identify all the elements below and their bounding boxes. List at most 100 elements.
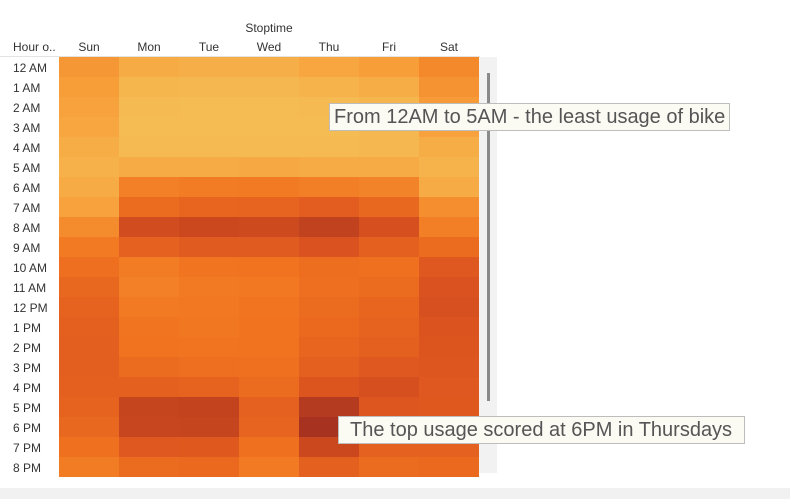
heatmap-cell[interactable] (239, 457, 299, 477)
heatmap-cell[interactable] (179, 437, 239, 457)
heatmap-cell[interactable] (179, 357, 239, 377)
heatmap-cell[interactable] (179, 77, 239, 97)
heatmap-cell[interactable] (59, 137, 119, 157)
heatmap-cell[interactable] (239, 257, 299, 277)
heatmap-cell[interactable] (419, 397, 479, 417)
heatmap-cell[interactable] (119, 217, 179, 237)
heatmap-cell[interactable] (239, 397, 299, 417)
heatmap-cell[interactable] (59, 177, 119, 197)
heatmap-cell[interactable] (299, 237, 359, 257)
heatmap-cell[interactable] (59, 257, 119, 277)
heatmap-cell[interactable] (359, 57, 419, 77)
heatmap-cell[interactable] (419, 177, 479, 197)
heatmap-cell[interactable] (359, 177, 419, 197)
heatmap-cell[interactable] (59, 197, 119, 217)
heatmap-cell[interactable] (239, 77, 299, 97)
heatmap-cell[interactable] (179, 197, 239, 217)
heatmap-cell[interactable] (419, 337, 479, 357)
heatmap-cell[interactable] (119, 337, 179, 357)
heatmap-cell[interactable] (119, 97, 179, 117)
heatmap-cell[interactable] (239, 177, 299, 197)
heatmap-cell[interactable] (359, 397, 419, 417)
heatmap-cell[interactable] (59, 437, 119, 457)
heatmap-cell[interactable] (419, 237, 479, 257)
heatmap-cell[interactable] (119, 457, 179, 477)
heatmap-cell[interactable] (59, 397, 119, 417)
heatmap-cell[interactable] (299, 457, 359, 477)
heatmap-cell[interactable] (59, 417, 119, 437)
heatmap-cell[interactable] (239, 437, 299, 457)
heatmap-cell[interactable] (119, 317, 179, 337)
heatmap-cell[interactable] (179, 337, 239, 357)
heatmap-cell[interactable] (179, 297, 239, 317)
heatmap-cell[interactable] (419, 377, 479, 397)
heatmap-cell[interactable] (59, 117, 119, 137)
heatmap-cell[interactable] (299, 297, 359, 317)
heatmap-cell[interactable] (419, 297, 479, 317)
heatmap-cell[interactable] (179, 177, 239, 197)
heatmap-cell[interactable] (179, 97, 239, 117)
heatmap-cell[interactable] (419, 157, 479, 177)
heatmap-cell[interactable] (359, 77, 419, 97)
heatmap-cell[interactable] (299, 77, 359, 97)
heatmap-cell[interactable] (59, 237, 119, 257)
heatmap-cell[interactable] (299, 157, 359, 177)
heatmap-cell[interactable] (179, 57, 239, 77)
heatmap-cell[interactable] (59, 97, 119, 117)
heatmap-cell[interactable] (119, 397, 179, 417)
heatmap-cell[interactable] (239, 337, 299, 357)
heatmap-cell[interactable] (419, 217, 479, 237)
heatmap-cell[interactable] (419, 457, 479, 477)
heatmap-cell[interactable] (179, 237, 239, 257)
heatmap-cell[interactable] (119, 197, 179, 217)
heatmap-cell[interactable] (359, 237, 419, 257)
heatmap-cell[interactable] (119, 177, 179, 197)
heatmap-cell[interactable] (359, 377, 419, 397)
heatmap-cell[interactable] (299, 337, 359, 357)
heatmap-cell[interactable] (119, 257, 179, 277)
heatmap-cell[interactable] (359, 457, 419, 477)
heatmap-cell[interactable] (359, 217, 419, 237)
heatmap-cell[interactable] (359, 197, 419, 217)
heatmap-cell[interactable] (239, 137, 299, 157)
heatmap-cell[interactable] (419, 57, 479, 77)
heatmap-cell[interactable] (119, 357, 179, 377)
heatmap-cell[interactable] (179, 397, 239, 417)
heatmap-cell[interactable] (59, 217, 119, 237)
heatmap-cell[interactable] (119, 297, 179, 317)
heatmap-cell[interactable] (419, 77, 479, 97)
heatmap-cell[interactable] (359, 277, 419, 297)
heatmap-cell[interactable] (359, 257, 419, 277)
heatmap-cell[interactable] (179, 257, 239, 277)
heatmap-cell[interactable] (239, 237, 299, 257)
heatmap-cell[interactable] (239, 217, 299, 237)
heatmap-cell[interactable] (179, 137, 239, 157)
heatmap-cell[interactable] (419, 357, 479, 377)
heatmap-cell[interactable] (299, 377, 359, 397)
heatmap-cell[interactable] (419, 277, 479, 297)
heatmap-cell[interactable] (299, 217, 359, 237)
heatmap-cell[interactable] (119, 417, 179, 437)
heatmap-cell[interactable] (179, 217, 239, 237)
heatmap-cell[interactable] (119, 137, 179, 157)
heatmap-cell[interactable] (239, 57, 299, 77)
heatmap-cell[interactable] (59, 157, 119, 177)
heatmap-cell[interactable] (59, 77, 119, 97)
heatmap-cell[interactable] (59, 377, 119, 397)
heatmap-cell[interactable] (179, 117, 239, 137)
heatmap-cell[interactable] (179, 457, 239, 477)
heatmap-cell[interactable] (419, 137, 479, 157)
heatmap-cell[interactable] (59, 457, 119, 477)
heatmap-cell[interactable] (119, 237, 179, 257)
heatmap-cell[interactable] (419, 317, 479, 337)
heatmap-cell[interactable] (299, 137, 359, 157)
heatmap-cell[interactable] (299, 317, 359, 337)
heatmap-cell[interactable] (119, 377, 179, 397)
heatmap-cell[interactable] (239, 297, 299, 317)
heatmap-cell[interactable] (299, 197, 359, 217)
heatmap-cell[interactable] (119, 117, 179, 137)
heatmap-cell[interactable] (419, 257, 479, 277)
heatmap-cell[interactable] (299, 57, 359, 77)
heatmap-cell[interactable] (359, 297, 419, 317)
heatmap-cell[interactable] (59, 317, 119, 337)
